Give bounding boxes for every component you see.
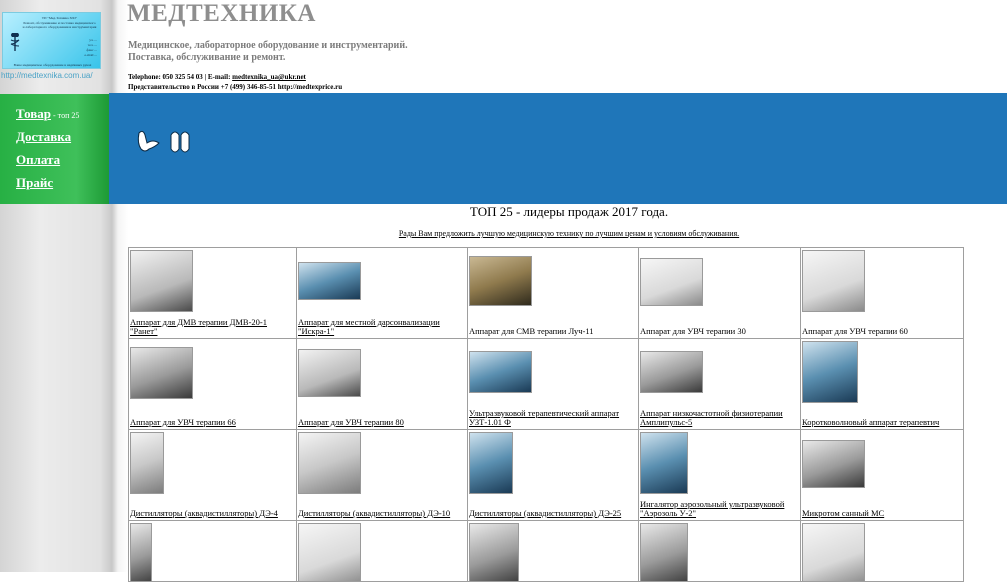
main-nav: Товар - топ 25 Доставка Оплата Прайс: [0, 94, 109, 204]
product-link[interactable]: Аппарат для УВЧ терапии 80: [298, 418, 465, 427]
logo-line: тел. ...: [87, 43, 97, 47]
product-cell: Аппарат для УВЧ терапии 66: [129, 339, 297, 429]
product-image-uhf30[interactable]: [640, 258, 703, 306]
product-link[interactable]: Аппарат для ДМВ терапии ДМВ-20-1 "Ранет": [130, 318, 294, 336]
product-image-de25[interactable]: [469, 432, 513, 494]
product-image-amplipuls[interactable]: [640, 351, 703, 393]
product-cell: [297, 521, 468, 581]
product-image-aerosol[interactable]: [640, 432, 688, 494]
product-link[interactable]: Аппарат для УВЧ терапии 66: [130, 418, 294, 427]
russia-contact-line: Представительство в России +7 (499) 346-…: [128, 83, 343, 91]
product-cell: Аппарат для УВЧ терапии 80: [297, 339, 468, 429]
content-intro: Рады Вам предложить лучшую медицинскую т…: [128, 229, 1007, 238]
product-image[interactable]: [469, 523, 519, 581]
product-link[interactable]: Дистилляторы (аквадистилляторы) ДЭ-25: [469, 509, 636, 518]
product-link[interactable]: Микротом санный МС: [802, 509, 961, 518]
product-image-uhf66[interactable]: [130, 347, 193, 399]
product-cell: [468, 521, 639, 581]
tagline-equipment: Медицинское, лабораторное оборудование и…: [128, 40, 408, 51]
product-image-dmv[interactable]: [130, 250, 193, 312]
intro-link[interactable]: Рады Вам предложить лучшую медицинскую т…: [399, 229, 739, 238]
product-cell: Дистилляторы (аквадистилляторы) ДЭ-4: [129, 430, 297, 520]
header-banner: [109, 93, 1007, 204]
product-link[interactable]: Ингалятор аэрозольный ультразвуковой "Аэ…: [640, 500, 798, 518]
product-link[interactable]: Аппарат низкочастотной физиотерапии Ампл…: [640, 409, 798, 427]
site-title: МЕДТЕХНИКА: [127, 0, 316, 27]
product-image-de4[interactable]: [130, 432, 164, 494]
product-cell: [801, 521, 963, 581]
nav-item-payment: Оплата: [16, 151, 60, 169]
product-link[interactable]: Ультразвуковой терапевтический аппарат У…: [469, 409, 636, 427]
product-image-luch[interactable]: [469, 256, 532, 306]
product-link[interactable]: Дистилляторы (аквадистилляторы) ДЭ-10: [298, 509, 465, 518]
content-title: ТОП 25 - лидеры продаж 2017 года.: [469, 204, 669, 219]
product-image-de10[interactable]: [298, 432, 361, 494]
product-cell: Аппарат для СМВ терапии Луч-11: [468, 248, 639, 338]
product-cell: Дистилляторы (аквадистилляторы) ДЭ-25: [468, 430, 639, 520]
product-cell: [639, 521, 801, 581]
product-cell: Аппарат низкочастотной физиотерапии Ампл…: [639, 339, 801, 429]
product-row: Аппарат для ДМВ терапии ДМВ-20-1 "Ранет"…: [129, 248, 963, 339]
logo-line: ул. ...: [89, 38, 97, 42]
product-row: Дистилляторы (аквадистилляторы) ДЭ-4 Дис…: [129, 430, 963, 521]
product-image-iskra[interactable]: [298, 262, 361, 300]
product-image-uhf80[interactable]: [298, 349, 361, 397]
product-image-uzt[interactable]: [469, 351, 532, 393]
nav-item-goods-suffix: - топ 25: [51, 111, 80, 120]
left-column: [0, 0, 128, 572]
product-row: [129, 521, 963, 581]
product-row: Аппарат для УВЧ терапии 66 Аппарат для У…: [129, 339, 963, 430]
product-cell: Коротко­волновый аппарат терапевтич: [801, 339, 963, 429]
site-url-link[interactable]: http://medtexnika.com.ua/: [1, 71, 93, 80]
product-image[interactable]: [298, 523, 361, 581]
caduceus-icon: [10, 33, 20, 51]
products-grid: Аппарат для ДМВ терапии ДМВ-20-1 "Ранет"…: [128, 247, 964, 582]
logo-line: факс ...: [86, 48, 98, 52]
product-cell: Ингалятор аэрозольный ультразвуковой "Аэ…: [639, 430, 801, 520]
product-name: Аппарат для УВЧ терапии 60: [802, 327, 908, 336]
product-image-uhf60[interactable]: [802, 250, 865, 312]
logo-line: ТП "Мед-Техника ХХI": [41, 16, 78, 20]
nav-item-delivery: Доставка: [16, 128, 71, 146]
product-link[interactable]: Аппарат для местной дарсонвализации "Иск…: [298, 318, 465, 336]
product-cell: Ультразвуковой терапевтический аппарат У…: [468, 339, 639, 429]
product-image[interactable]: [802, 523, 865, 581]
product-cell: Аппарат для УВЧ терапии 60: [801, 248, 963, 338]
hands-icon: [137, 130, 190, 153]
nav-link-delivery[interactable]: Доставка: [16, 129, 71, 144]
logo-line: Ваше медицинское оборудование в надёжных…: [13, 63, 92, 67]
logo-line: e-mail ...: [84, 53, 97, 57]
nav-link-goods[interactable]: Товар: [16, 106, 51, 121]
product-name: Аппарат для УВЧ терапии 30: [640, 327, 746, 336]
tagline-service: Поставка, обслуживание и ремонт.: [128, 52, 286, 63]
logo-line: и лабораторного оборудования и инструмен…: [22, 25, 97, 29]
product-cell: Микротом санный МС: [801, 430, 963, 520]
product-cell: Дистилляторы (аквадистилляторы) ДЭ-10: [297, 430, 468, 520]
product-cell: Аппарат для УВЧ терапии 30: [639, 248, 801, 338]
product-image[interactable]: [130, 523, 152, 581]
product-image-shortwave[interactable]: [802, 341, 858, 403]
product-name: Аппарат для СМВ терапии Луч-11: [469, 327, 594, 336]
product-cell: [129, 521, 297, 581]
product-cell: Аппарат для местной дарсонвализации "Иск…: [297, 248, 468, 338]
contact-line: Telephone: 050 325 54 03 | E-mail: medte…: [128, 73, 306, 81]
product-image[interactable]: [640, 523, 688, 581]
company-logo[interactable]: ТП "Мед-Техника ХХI" Ремонт, обслуживани…: [2, 12, 101, 69]
nav-item-price: Прайс: [16, 174, 53, 192]
product-cell: Аппарат для ДМВ терапии ДМВ-20-1 "Ранет": [129, 248, 297, 338]
nav-link-payment[interactable]: Оплата: [16, 152, 60, 167]
nav-item-goods: Товар - топ 25: [16, 105, 79, 123]
nav-link-price[interactable]: Прайс: [16, 175, 53, 190]
email-link[interactable]: medtexnika_ua@ukr.net: [232, 73, 306, 81]
product-link[interactable]: Коротко­волновый аппарат терапевтич: [802, 418, 961, 427]
product-link[interactable]: Дистилляторы (аквадистилляторы) ДЭ-4: [130, 509, 294, 518]
phone-text: Telephone: 050 325 54 03 | E-mail:: [128, 73, 233, 81]
product-image-microtome[interactable]: [802, 440, 865, 488]
